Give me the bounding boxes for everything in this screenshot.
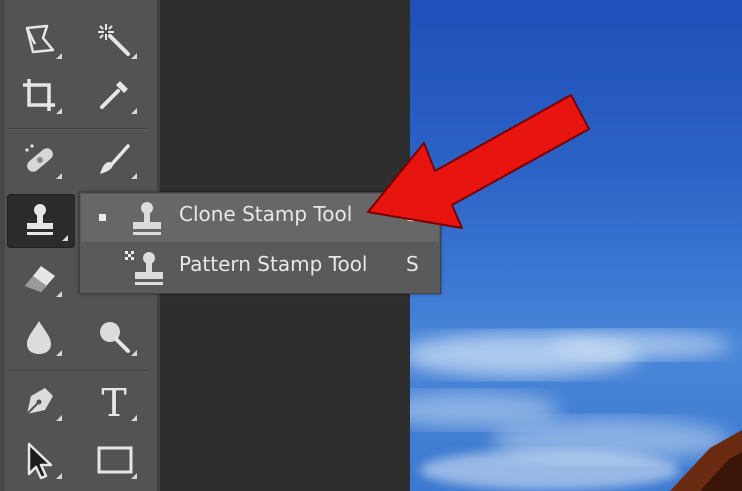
- dodge-tool[interactable]: [85, 312, 143, 362]
- tool-group-divider: [8, 128, 148, 130]
- pen-tool[interactable]: [10, 377, 68, 427]
- sky-image: [410, 331, 742, 491]
- panel-edge: [0, 0, 5, 491]
- path-selection-tool[interactable]: [10, 435, 68, 485]
- submenu-indicator: [131, 473, 137, 479]
- rectangle-icon: [97, 446, 133, 474]
- submenu-indicator: [131, 415, 137, 421]
- rectangle-tool[interactable]: [85, 435, 143, 485]
- submenu-indicator: [62, 235, 68, 241]
- pen-icon: [26, 388, 53, 415]
- submenu-indicator: [131, 108, 137, 114]
- stamp-tool-flyout-menu: Clone Stamp Tool S Pattern Stamp Tool S: [79, 192, 441, 294]
- submenu-indicator: [131, 53, 137, 59]
- submenu-indicator: [131, 173, 137, 179]
- submenu-indicator: [56, 350, 62, 356]
- tool-group-divider: [8, 370, 148, 372]
- submenu-indicator: [56, 291, 62, 297]
- submenu-indicator: [131, 350, 137, 356]
- polygonal-lasso-tool[interactable]: [10, 15, 68, 65]
- submenu-indicator: [56, 415, 62, 421]
- crop-tool[interactable]: [10, 70, 68, 120]
- bandage-icon: [25, 144, 53, 172]
- stamp-icon: [133, 202, 161, 235]
- svg-text:T: T: [101, 382, 126, 422]
- shortcut-key: S: [406, 252, 419, 276]
- submenu-indicator: [56, 53, 62, 59]
- submenu-indicator: [56, 473, 62, 479]
- shortcut-key: S: [406, 202, 419, 226]
- type-tool[interactable]: T: [85, 377, 143, 427]
- type-icon: T: [101, 382, 126, 422]
- submenu-indicator: [56, 173, 62, 179]
- brush-icon: [100, 144, 130, 174]
- document-canvas[interactable]: [410, 0, 742, 491]
- selected-indicator: [99, 214, 106, 221]
- blur-tool[interactable]: [10, 312, 68, 362]
- eraser-icon: [25, 266, 55, 292]
- drop-icon: [27, 321, 51, 354]
- menu-item-clone-stamp-tool[interactable]: Clone Stamp Tool S: [81, 194, 439, 242]
- brush-tool[interactable]: [85, 135, 143, 185]
- eraser-tool[interactable]: [10, 253, 68, 303]
- clone-stamp-tool[interactable]: [7, 194, 75, 248]
- pattern-stamp-icon: [125, 251, 163, 285]
- menu-item-label: Pattern Stamp Tool: [179, 252, 368, 276]
- eyedropper-icon: [100, 81, 128, 109]
- eyedropper-tool[interactable]: [85, 70, 143, 120]
- magic-wand-icon: [98, 24, 130, 56]
- polygonal-lasso-icon: [25, 24, 55, 54]
- crop-icon: [23, 79, 55, 111]
- menu-item-label: Clone Stamp Tool: [179, 202, 353, 226]
- stamp-icon: [27, 204, 53, 235]
- arrow-cursor-icon: [27, 442, 53, 480]
- dodge-icon: [100, 322, 130, 353]
- menu-item-pattern-stamp-tool[interactable]: Pattern Stamp Tool S: [81, 244, 439, 292]
- submenu-indicator: [56, 108, 62, 114]
- magic-wand-tool[interactable]: [85, 15, 143, 65]
- spot-healing-brush-tool[interactable]: [10, 135, 68, 185]
